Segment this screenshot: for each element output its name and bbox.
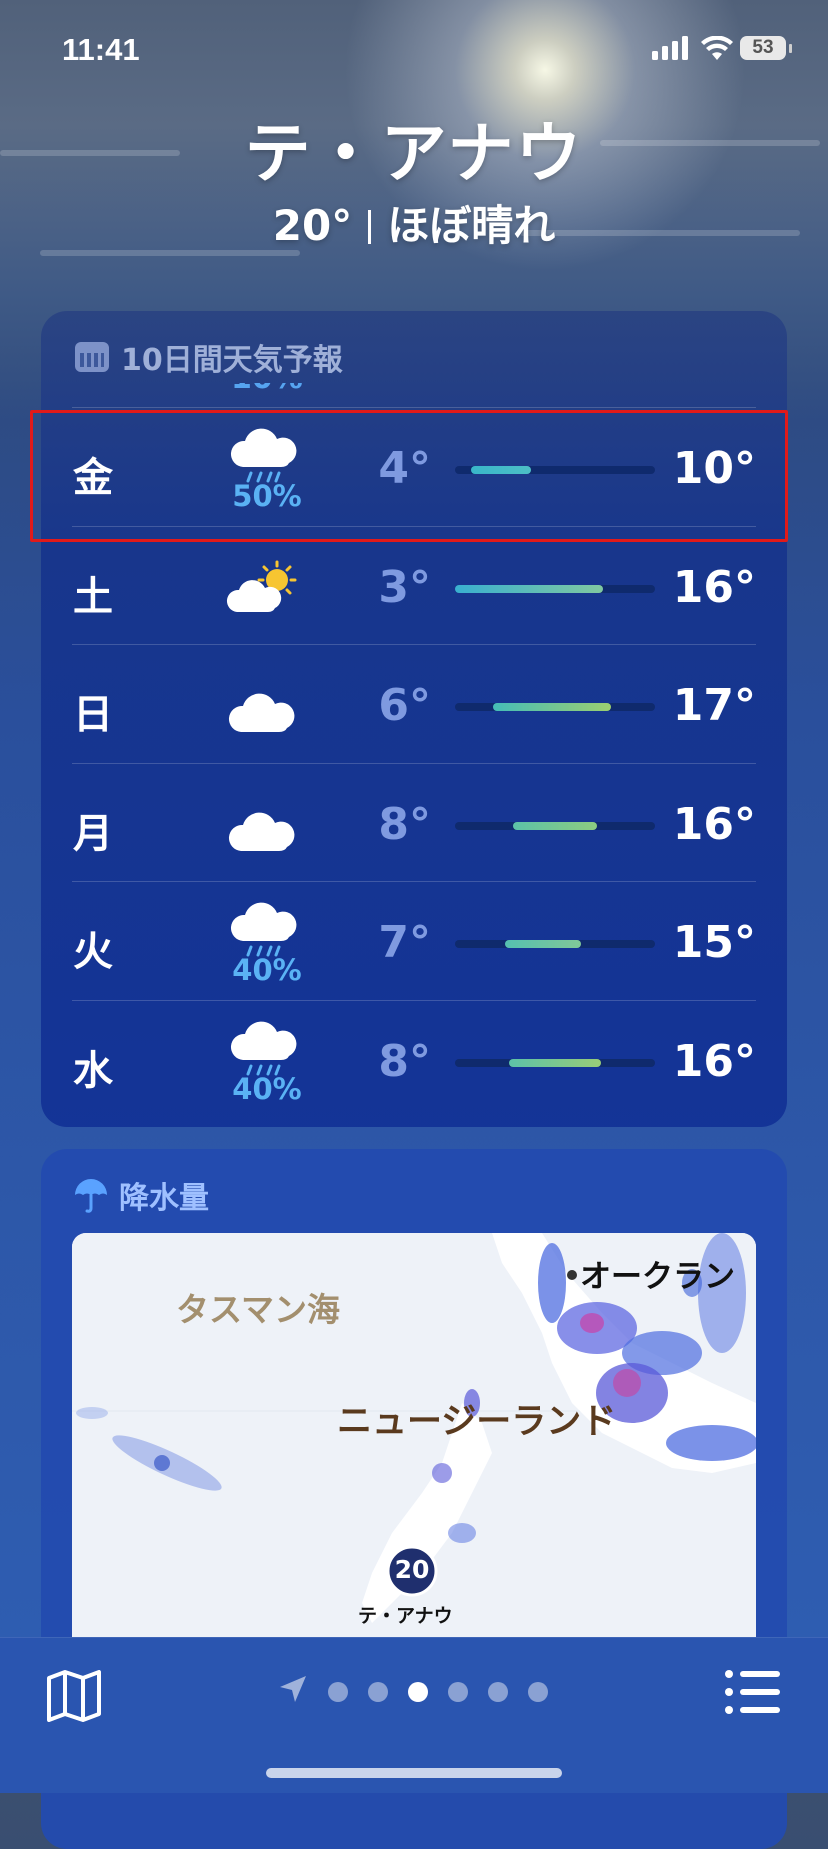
high-temp: 16° [672,798,756,850]
forecast-row[interactable]: 土 3° 16° [41,525,787,644]
high-temp: 16° [672,1035,756,1087]
current-condition: ほぼ晴れ [387,201,556,250]
temperature-range-fill [493,703,611,711]
battery-indicator: 53 [740,36,786,60]
forecast-day: 水 [73,1047,113,1094]
precip-chance: 40% [232,953,302,987]
page-indicator[interactable] [328,1682,548,1702]
list-icon[interactable] [724,1668,782,1716]
temperature-range-fill [509,1058,601,1067]
forecast-row[interactable]: 水 40% 8° 16° [41,999,787,1118]
row-divider [72,999,756,1001]
forecast-row[interactable]: 月 8° 16° [41,762,787,881]
forecast-day: 月 [73,810,113,857]
row-divider [72,762,756,764]
forecast-row[interactable]: 火 40% 7° 15° [41,881,787,999]
forecast-row[interactable]: 日 6° 17° [41,644,787,762]
forecast-card-header: 10日間天気予報 [75,335,343,379]
page-dot[interactable] [528,1682,548,1702]
temperature-range-bar [455,703,655,711]
current-temperature: 20° [272,201,353,250]
map-pin-city: テ・アナウ [358,1605,453,1627]
low-temp: 8° [378,798,431,850]
page-dot[interactable] [328,1682,348,1702]
row-divider [72,407,756,408]
page-dot[interactable] [368,1682,388,1702]
current-conditions: 20° ほぼ晴れ [0,192,828,253]
partly-sunny-icon [221,550,311,640]
temperature-range-fill [513,821,597,830]
page-dot[interactable] [448,1682,468,1702]
precipitation-card-header: 降水量 [73,1173,209,1217]
map-pin-temperature[interactable]: 20 [384,1555,440,1584]
battery-nub [789,44,792,53]
city-name: テ・アナウ [244,115,584,192]
status-bar: 11:41 53 [0,0,828,100]
cloud-icon [221,787,311,877]
umbrella-icon [75,1179,107,1213]
temperature-range-fill [505,940,581,948]
page-dot[interactable] [408,1682,428,1702]
forecast-day: 土 [73,573,113,620]
row-divider [72,881,756,882]
temperature-range-bar [455,940,655,948]
low-temp: 6° [378,680,431,731]
bottom-toolbar [0,1637,828,1793]
divider [368,210,372,244]
temperature-range-bar [455,1058,655,1067]
calendar-icon [75,342,109,372]
low-temp: 3° [378,561,431,613]
temperature-range-bar [455,584,655,593]
temperature-range-bar [455,821,655,830]
precip-chance: 40% [232,1071,302,1106]
high-temp: 15° [672,917,756,968]
map-icon[interactable] [46,1670,102,1722]
high-temp: 16° [672,561,756,613]
low-temp: 8° [378,1035,431,1087]
precipitation-map[interactable]: タスマン海 ニュージーランド オークラン 20 テ・アナウ [72,1233,756,1653]
scrolled-row-peek: 10% [231,383,311,393]
map-label-country: ニュージーランド [337,1402,617,1442]
temperature-range-fill [455,584,603,593]
row-divider [72,644,756,645]
forecast-day: 日 [73,692,113,738]
forecast-day: 火 [73,929,113,975]
high-temp: 17° [672,680,756,731]
map-label-city-north: オークラン [580,1259,735,1295]
cellular-signal-icon [652,36,688,60]
home-indicator [266,1768,562,1778]
location-arrow-icon[interactable] [278,1674,308,1704]
cloud-icon [221,668,311,758]
highlight-box [30,410,788,542]
wifi-icon [701,36,733,60]
map-label-sea: タスマン海 [176,1290,341,1329]
status-time: 11:41 [62,32,140,67]
low-temp: 7° [378,917,431,968]
forecast-title: 10日間天気予報 [121,343,343,378]
precipitation-title: 降水量 [119,1181,209,1216]
page-dot[interactable] [488,1682,508,1702]
